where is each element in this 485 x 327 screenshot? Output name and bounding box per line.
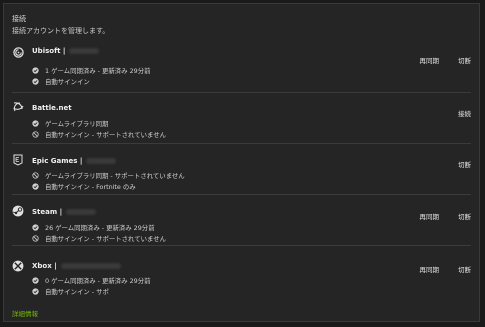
epic-games-icon xyxy=(12,154,24,166)
resync-button[interactable]: 再同期 xyxy=(420,55,440,65)
status-line: 0 ゲーム同期済み - 更新済み 29分前 xyxy=(32,276,151,285)
status-line: 自動サインイン - サポートされていません xyxy=(32,234,166,243)
check-icon xyxy=(32,67,39,74)
account-row-battlenet: Battle.net ゲームライブラリ同期 自動サインイン - サポートされてい… xyxy=(12,93,471,144)
disconnect-button[interactable]: 切断 xyxy=(458,264,471,274)
check-icon xyxy=(32,288,39,295)
disconnect-button[interactable]: 切断 xyxy=(458,211,471,221)
status-line: ゲームライブラリ同期 - サポートされていません xyxy=(32,171,185,180)
xbox-icon xyxy=(12,260,24,272)
account-name: Steam | xyxy=(32,208,97,216)
check-icon xyxy=(32,277,39,284)
redacted-username xyxy=(66,209,97,215)
more-info-link[interactable]: 詳細情報 xyxy=(12,308,38,318)
check-icon xyxy=(32,183,39,190)
status-line: ゲームライブラリ同期 xyxy=(32,119,108,128)
check-icon xyxy=(32,224,39,231)
disconnect-button[interactable]: 切断 xyxy=(458,159,471,169)
account-name: Epic Games | xyxy=(32,157,117,165)
status-line: 1 ゲーム同期済み - 更新済み 29分前 xyxy=(32,66,151,75)
steam-icon xyxy=(12,205,24,217)
status-line: 自動サインイン - Fortnite のみ xyxy=(32,182,136,191)
status-line: 26 ゲーム同期済み - 更新済み 29分前 xyxy=(32,223,155,232)
ubisoft-icon xyxy=(12,46,24,58)
redacted-username xyxy=(86,158,117,164)
check-icon xyxy=(32,78,39,85)
section-subtitle: 接続アカウントを管理します。 xyxy=(12,27,110,35)
check-icon xyxy=(32,120,39,127)
connect-button[interactable]: 接続 xyxy=(458,108,471,118)
status-line: 自動サインイン - サポートされていません xyxy=(32,130,166,139)
resync-button[interactable]: 再同期 xyxy=(420,211,440,221)
account-name: Xbox | xyxy=(32,262,121,270)
account-name: Ubisoft | xyxy=(32,47,100,55)
connections-panel: 接続 接続アカウントを管理します。 Ubisoft | 1 ゲーム同期済み - … xyxy=(3,3,480,322)
status-line: 自動サインイン xyxy=(32,77,90,86)
account-row-steam: Steam | 26 ゲーム同期済み - 更新済み 29分前 自動サインイン -… xyxy=(12,195,471,246)
account-name: Battle.net xyxy=(32,104,72,112)
battlenet-icon xyxy=(12,101,24,113)
disconnect-button[interactable]: 切断 xyxy=(458,55,471,65)
blocked-icon xyxy=(32,172,39,179)
section-title: 接続 xyxy=(12,15,26,23)
account-row-epic-games: Epic Games | ゲームライブラリ同期 - サポートされていません 自動… xyxy=(12,144,471,195)
blocked-icon xyxy=(32,235,39,242)
resync-button[interactable]: 再同期 xyxy=(420,264,440,274)
status-line: 自動サインイン - サポ xyxy=(32,287,109,296)
redacted-username xyxy=(60,263,121,269)
account-row-xbox: Xbox | 0 ゲーム同期済み - 更新済み 29分前 自動サインイン - サ… xyxy=(12,246,471,297)
account-row-ubisoft: Ubisoft | 1 ゲーム同期済み - 更新済み 29分前 自動サインイン … xyxy=(12,42,471,93)
blocked-icon xyxy=(32,131,39,138)
redacted-username xyxy=(69,48,100,54)
